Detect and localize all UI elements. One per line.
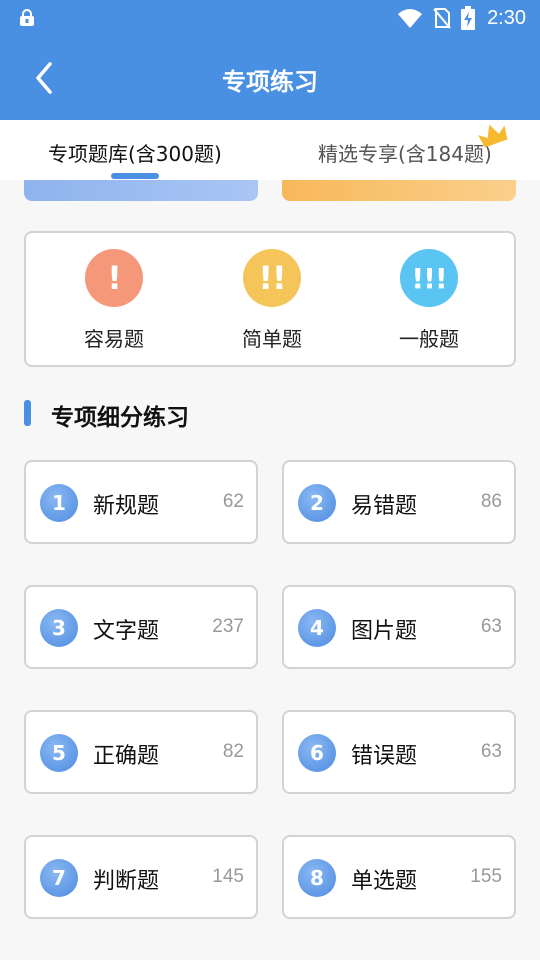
category-name: 判断题 <box>93 869 160 894</box>
category-count: 63 <box>480 741 502 762</box>
category-name: 新规题 <box>93 494 160 519</box>
category-card-2[interactable]: 2 易错题 86 <box>282 460 516 544</box>
category-number-badge: 5 <box>40 734 78 772</box>
category-card-5[interactable]: 5 正确题 82 <box>24 710 258 794</box>
category-card-4[interactable]: 4 图片题 63 <box>282 585 516 669</box>
category-count: 145 <box>212 866 244 887</box>
difficulty-general-label: 一般题 <box>399 327 459 351</box>
tab-premium-selection[interactable]: 精选专享(含184题) <box>318 138 492 167</box>
category-number-badge: 1 <box>40 484 78 522</box>
app-bar: 专项练习 <box>0 36 540 120</box>
category-card-6[interactable]: 6 错误题 63 <box>282 710 516 794</box>
tab-active-indicator <box>111 173 159 179</box>
section-accent-bar <box>24 400 31 426</box>
tab-question-bank[interactable]: 专项题库(含300题) <box>48 138 222 167</box>
category-number-badge: 3 <box>40 609 78 647</box>
triple-exclamation-icon: !!! <box>400 249 458 307</box>
exclamation-icon: ! <box>85 249 143 307</box>
no-sim-icon <box>433 8 451 29</box>
category-count: 62 <box>222 491 244 512</box>
category-number-badge: 2 <box>298 484 336 522</box>
category-name: 文字题 <box>93 619 160 644</box>
category-name: 单选题 <box>351 869 418 894</box>
category-name: 错误题 <box>351 744 418 769</box>
double-exclamation-icon: !! <box>243 249 301 307</box>
lock-icon <box>20 9 34 26</box>
category-number-badge: 8 <box>298 859 336 897</box>
crown-icon <box>478 124 508 148</box>
wifi-icon <box>398 9 423 28</box>
category-count: 86 <box>480 491 502 512</box>
tab-bar: 专项题库(含300题) 精选专享(含184题) <box>0 120 540 180</box>
category-card-1[interactable]: 1 新规题 62 <box>24 460 258 544</box>
category-count: 155 <box>470 866 502 887</box>
category-card-3[interactable]: 3 文字题 237 <box>24 585 258 669</box>
battery-charging-icon <box>461 6 476 30</box>
category-number-badge: 6 <box>298 734 336 772</box>
page-title: 专项练习 <box>222 68 318 96</box>
category-name: 易错题 <box>351 494 418 519</box>
category-number-badge: 4 <box>298 609 336 647</box>
category-number-badge: 7 <box>40 859 78 897</box>
status-bar: 2:30 <box>0 0 540 36</box>
section-title: 专项细分练习 <box>51 405 189 431</box>
category-count: 237 <box>212 616 244 637</box>
status-time: 2:30 <box>487 6 526 29</box>
difficulty-easy[interactable]: ! 容易题 <box>54 249 174 359</box>
category-count: 63 <box>480 616 502 637</box>
banner-card-right[interactable] <box>282 180 516 201</box>
difficulty-card: ! 容易题 !! 简单题 !!! 一般题 <box>24 231 516 367</box>
banner-card-left[interactable] <box>24 180 258 201</box>
difficulty-easy-label: 容易题 <box>84 327 144 351</box>
category-count: 82 <box>222 741 244 762</box>
difficulty-general[interactable]: !!! 一般题 <box>369 249 489 359</box>
difficulty-simple-label: 简单题 <box>242 327 302 351</box>
category-card-8[interactable]: 8 单选题 155 <box>282 835 516 919</box>
category-name: 正确题 <box>93 744 160 769</box>
category-name: 图片题 <box>351 619 418 644</box>
category-card-7[interactable]: 7 判断题 145 <box>24 835 258 919</box>
difficulty-simple[interactable]: !! 简单题 <box>212 249 332 359</box>
